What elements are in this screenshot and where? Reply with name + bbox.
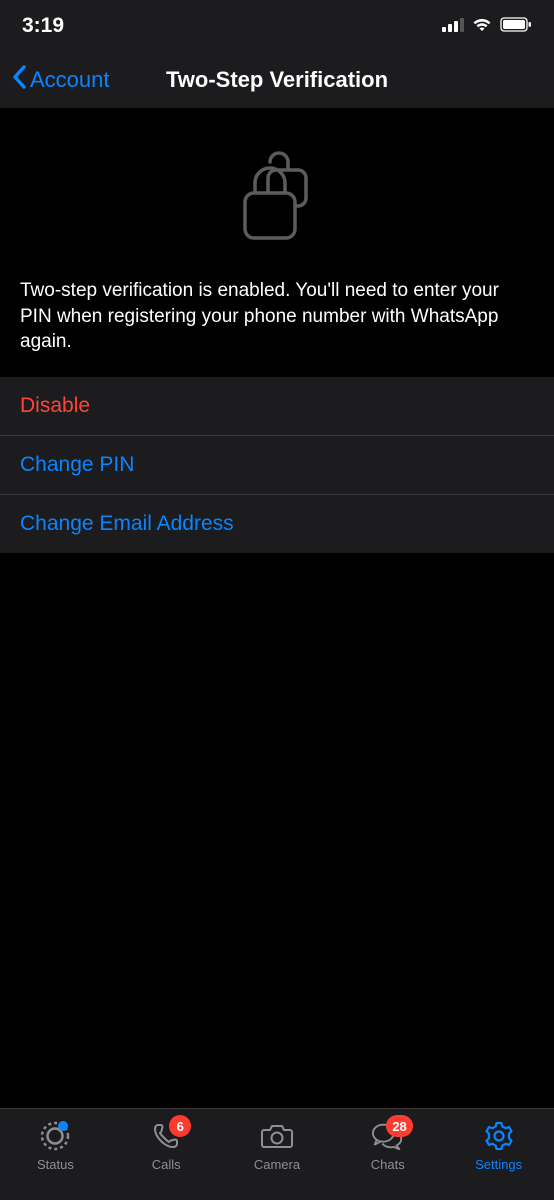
lock-icon	[230, 148, 325, 248]
chevron-left-icon	[12, 65, 26, 95]
tab-settings[interactable]: Settings	[443, 1119, 554, 1172]
camera-icon	[260, 1119, 294, 1153]
tab-calls[interactable]: 6 Calls	[111, 1119, 222, 1172]
tab-label: Camera	[254, 1157, 300, 1172]
calls-icon: 6	[149, 1119, 183, 1153]
tab-label: Calls	[152, 1157, 181, 1172]
lock-illustration	[0, 108, 554, 278]
chats-badge: 28	[386, 1115, 412, 1137]
battery-icon	[500, 14, 532, 38]
tab-camera[interactable]: Camera	[222, 1119, 333, 1172]
cellular-icon	[442, 14, 464, 38]
content: Two-step verification is enabled. You'll…	[0, 108, 554, 1108]
page-title: Two-Step Verification	[166, 67, 388, 93]
tab-label: Chats	[371, 1157, 405, 1172]
wifi-icon	[471, 14, 493, 38]
disable-button[interactable]: Disable	[0, 377, 554, 435]
actions-list: Disable Change PIN Change Email Address	[0, 377, 554, 553]
calls-badge: 6	[169, 1115, 191, 1137]
tab-label: Status	[37, 1157, 74, 1172]
settings-icon	[482, 1119, 516, 1153]
nav-header: Account Two-Step Verification	[0, 52, 554, 108]
tab-bar: Status 6 Calls Camera 28 Chat	[0, 1108, 554, 1200]
status-time: 3:19	[22, 14, 64, 38]
tab-chats[interactable]: 28 Chats	[332, 1119, 443, 1172]
change-pin-button[interactable]: Change PIN	[0, 435, 554, 494]
back-label: Account	[30, 67, 110, 93]
description-text: Two-step verification is enabled. You'll…	[0, 278, 554, 377]
tab-status[interactable]: Status	[0, 1119, 111, 1172]
chats-icon: 28	[371, 1119, 405, 1153]
tab-label: Settings	[475, 1157, 522, 1172]
status-right	[442, 14, 532, 38]
back-button[interactable]: Account	[12, 65, 110, 95]
status-icon	[38, 1119, 72, 1153]
change-email-button[interactable]: Change Email Address	[0, 494, 554, 553]
status-bar: 3:19	[0, 0, 554, 52]
